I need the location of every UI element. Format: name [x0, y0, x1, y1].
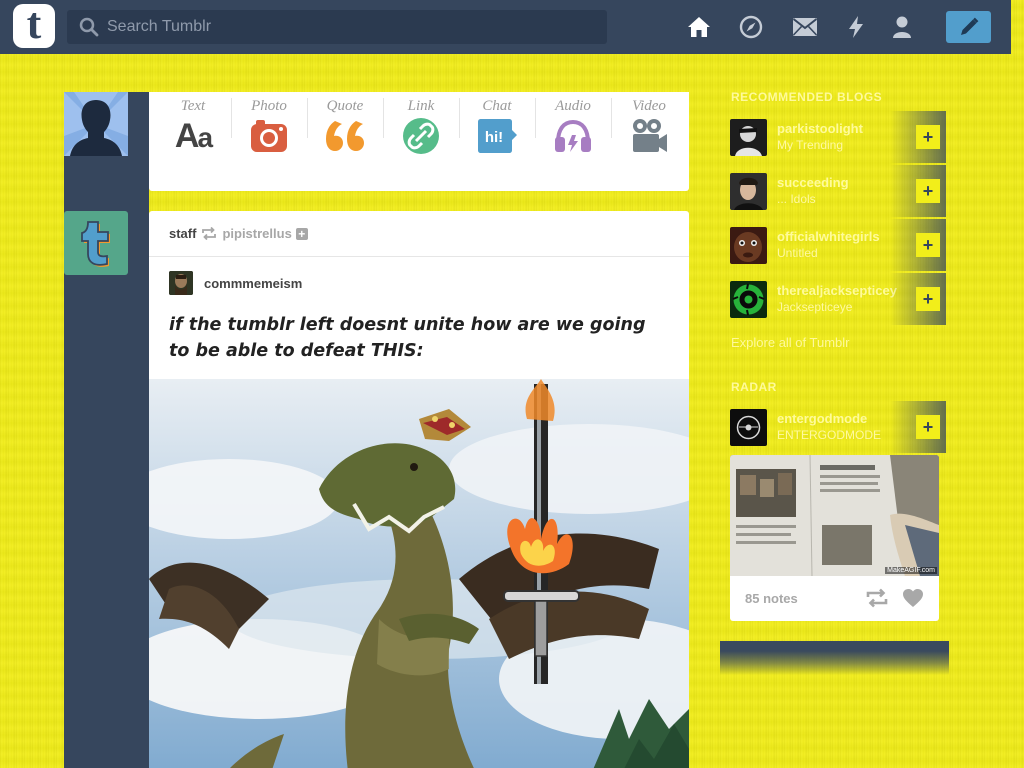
follow-plus-icon[interactable]: +	[916, 287, 940, 311]
post-image-dragon-dinosaur[interactable]	[149, 379, 689, 768]
post-type-label: Quote	[326, 98, 364, 114]
messages-envelope-icon[interactable]	[792, 14, 818, 40]
post-type-label: Text	[180, 98, 206, 114]
activity-lightning-icon[interactable]	[843, 14, 869, 40]
camera-icon	[245, 116, 293, 156]
explore-all-link[interactable]: Explore all of Tumblr	[731, 335, 850, 350]
recommended-blog-item[interactable]: succeeding ... Idols +	[730, 165, 946, 217]
recommended-blog-avatar[interactable]	[730, 119, 767, 156]
post-type-photo[interactable]: Photo	[231, 92, 307, 156]
radar-heading: RADAR	[731, 380, 777, 394]
recommended-blogs-heading: RECOMMENDED BLOGS	[731, 90, 883, 104]
recommended-blog-subtitle: Jacksepticeye	[777, 300, 853, 314]
post-type-text[interactable]: Text Aa	[155, 92, 231, 156]
radar-blog-subtitle: ENTERGODMODE	[777, 428, 882, 442]
post-type-label: Photo	[251, 98, 287, 114]
recommended-blog-item[interactable]: officialwhitegirls Untitled +	[730, 219, 946, 271]
recommended-blog-subtitle: My Trending	[777, 138, 844, 152]
user-avatar[interactable]	[64, 92, 128, 156]
sidebar-footer-band	[720, 641, 949, 675]
reblog-icon[interactable]	[866, 588, 888, 613]
recommended-blog-avatar[interactable]	[730, 173, 767, 210]
recommended-blog-name[interactable]: therealjacksepticeye	[777, 283, 897, 298]
recommended-blog-subtitle: ... Idols	[777, 192, 816, 206]
post-type-selector: Text Aa Photo Quote Link Chat hi! Audio	[149, 92, 689, 191]
radar-post-image-newspaper[interactable]: MakeAGIF.com	[730, 455, 939, 576]
recommended-blog-name[interactable]: parkistoolight	[777, 121, 897, 136]
reblogger-name[interactable]: staff	[169, 226, 196, 241]
recommended-blog-subtitle: Untitled	[777, 246, 818, 260]
author-name[interactable]: commmemeism	[204, 276, 302, 291]
text-icon: Aa	[174, 116, 213, 155]
post-type-label: Audio	[555, 98, 591, 114]
post-type-link[interactable]: Link	[383, 92, 459, 156]
makeagif-watermark: MakeAGIF.com	[885, 567, 937, 574]
post-type-quote[interactable]: Quote	[307, 92, 383, 156]
dashboard-left-rail	[64, 92, 149, 768]
search-input[interactable]	[107, 18, 587, 36]
follow-plus-icon[interactable]: +	[295, 227, 308, 240]
home-icon[interactable]	[686, 14, 712, 40]
notes-count[interactable]: 85 notes	[745, 591, 798, 606]
staff-avatar[interactable]	[64, 211, 128, 275]
recommended-blog-name[interactable]: officialwhitegirls	[777, 229, 897, 244]
follow-plus-icon[interactable]: +	[916, 125, 940, 149]
headphones-icon	[549, 116, 597, 156]
post-header: staff pipistrellus +	[149, 211, 689, 257]
link-icon	[397, 116, 445, 156]
logo-letter: t	[26, 0, 42, 48]
heart-like-icon[interactable]	[902, 588, 924, 613]
recommended-blog-name[interactable]: succeeding	[777, 175, 897, 190]
radar-blog-item[interactable]: entergodmode ENTERGODMODE +	[730, 401, 946, 453]
top-navigation-bar: t	[0, 0, 1011, 54]
search-bar[interactable]	[67, 10, 607, 44]
follow-plus-icon[interactable]: +	[916, 233, 940, 257]
post-type-audio[interactable]: Audio	[535, 92, 611, 156]
radar-post-card[interactable]: MakeAGIF.com 85 notes	[730, 455, 939, 621]
post-type-video[interactable]: Video	[611, 92, 687, 156]
reblog-source-name[interactable]: pipistrellus	[222, 226, 291, 241]
explore-compass-icon[interactable]	[738, 14, 764, 40]
tumblr-logo[interactable]: t	[13, 0, 55, 48]
dashboard-post: staff pipistrellus + commmemeism if the …	[149, 211, 689, 768]
recommended-blog-item[interactable]: therealjacksepticeye Jacksepticeye +	[730, 273, 946, 325]
author-avatar[interactable]	[169, 271, 193, 295]
account-person-icon[interactable]	[889, 14, 915, 40]
radar-blog-name[interactable]: entergodmode	[777, 411, 897, 426]
post-title: if the tumblr left doesnt unite how are …	[169, 315, 646, 361]
reblog-icon	[201, 227, 217, 240]
post-type-label: Video	[632, 98, 666, 114]
chat-icon: hi!	[473, 116, 521, 156]
post-type-chat[interactable]: Chat hi!	[459, 92, 535, 156]
recommended-blog-avatar[interactable]	[730, 281, 767, 318]
post-author: commmemeism	[169, 271, 302, 295]
pencil-icon	[960, 17, 978, 35]
compose-post-button[interactable]	[946, 11, 991, 43]
video-camera-icon	[625, 116, 673, 156]
radar-blog-avatar[interactable]	[730, 409, 767, 446]
follow-plus-icon[interactable]: +	[916, 179, 940, 203]
follow-plus-icon[interactable]: +	[916, 415, 940, 439]
search-icon	[79, 17, 99, 37]
recommended-blog-avatar[interactable]	[730, 227, 767, 264]
radar-post-footer: 85 notes	[730, 576, 939, 621]
post-type-label: Link	[407, 98, 435, 114]
svg-text:hi!: hi!	[485, 129, 503, 146]
recommended-blog-item[interactable]: parkistoolight My Trending +	[730, 111, 946, 163]
quote-icon	[321, 116, 369, 156]
post-type-label: Chat	[482, 98, 512, 114]
